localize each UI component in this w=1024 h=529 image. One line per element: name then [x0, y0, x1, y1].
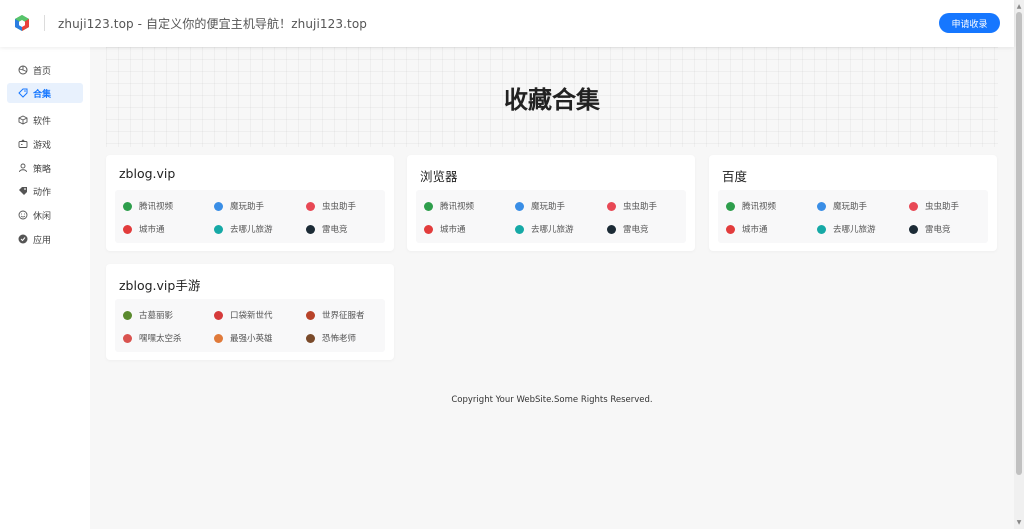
main-content: 收藏合集 zblog.vip 腾讯视频 魔玩助手 虫虫助手 城市通 去哪儿旅游 … [90, 47, 1014, 529]
app-link[interactable]: 最强小英雄 [214, 330, 273, 346]
site-logo-icon[interactable] [13, 14, 31, 32]
app-link[interactable]: 口袋新世代 [214, 307, 273, 323]
top-header: zhuji123.top - 自定义你的便宜主机导航！zhuji123.top … [0, 0, 1014, 47]
app-icon [515, 224, 524, 234]
app-link[interactable]: 恐怖老师 [306, 330, 356, 346]
sidebar-item-label: 合集 [33, 89, 52, 100]
app-icon [306, 224, 315, 234]
app-link[interactable]: 城市通 [123, 221, 165, 237]
sidebar: 首页 合集 软件 游戏 策略 动作 休闲 应用 [0, 47, 90, 529]
app-icon [817, 224, 826, 234]
price-tag-icon [17, 186, 28, 197]
app-link[interactable]: 魔玩助手 [817, 198, 867, 214]
app-link[interactable]: 嘿嘿太空杀 [123, 330, 182, 346]
app-link[interactable]: 虫虫助手 [306, 198, 356, 214]
page-title: 收藏合集 [504, 86, 600, 114]
apply-submission-button[interactable]: 申请收录 [939, 13, 1000, 33]
card-title[interactable]: zblog.vip [119, 166, 175, 181]
app-link[interactable]: 腾讯视频 [123, 198, 173, 214]
sidebar-item-action[interactable]: 动作 [7, 181, 83, 201]
scrollbar-thumb[interactable] [1016, 12, 1022, 475]
collection-card: 浏览器 腾讯视频 魔玩助手 虫虫助手 城市通 去哪儿旅游 雷电竞 [407, 155, 695, 251]
app-icon [515, 201, 524, 211]
card-title[interactable]: 百度 [722, 166, 747, 185]
app-link[interactable]: 古墓丽影 [123, 307, 173, 323]
app-icon [123, 201, 132, 211]
app-icon [123, 333, 132, 343]
user-icon [17, 163, 28, 174]
sidebar-item-apps[interactable]: 应用 [7, 229, 83, 249]
sidebar-item-collection[interactable]: 合集 [7, 83, 83, 103]
app-link[interactable]: 雷电竞 [909, 221, 951, 237]
sidebar-item-label: 游戏 [33, 140, 52, 151]
sidebar-item-games[interactable]: 游戏 [7, 134, 83, 154]
app-icon [909, 201, 918, 211]
app-icon [214, 201, 223, 211]
app-icon [214, 333, 223, 343]
card-title[interactable]: 浏览器 [420, 166, 458, 185]
app-link[interactable]: 雷电竞 [306, 221, 348, 237]
app-icon [607, 224, 616, 234]
app-icon [306, 310, 315, 320]
app-link[interactable]: 魔玩助手 [515, 198, 565, 214]
gamepad-icon [17, 139, 28, 150]
card-app-list: 古墓丽影 口袋新世代 世界征服者 嘿嘿太空杀 最强小英雄 恐怖老师 [115, 299, 385, 352]
app-icon [123, 310, 132, 320]
check-circle-icon [17, 234, 28, 245]
sidebar-item-home[interactable]: 首页 [7, 60, 83, 80]
app-icon [607, 201, 616, 211]
app-link[interactable]: 城市通 [424, 221, 466, 237]
sidebar-item-label: 策略 [33, 164, 52, 175]
app-icon [726, 201, 735, 211]
header-divider [44, 15, 45, 31]
app-link[interactable]: 去哪儿旅游 [817, 221, 876, 237]
app-link[interactable]: 虫虫助手 [607, 198, 657, 214]
site-title: zhuji123.top - 自定义你的便宜主机导航！zhuji123.top [58, 17, 367, 31]
app-link[interactable]: 腾讯视频 [726, 198, 776, 214]
app-link[interactable]: 去哪儿旅游 [214, 221, 273, 237]
app-link[interactable]: 雷电竞 [607, 221, 649, 237]
collection-card: zblog.vip 腾讯视频 魔玩助手 虫虫助手 城市通 去哪儿旅游 雷电竞 [106, 155, 394, 251]
app-link[interactable]: 魔玩助手 [214, 198, 264, 214]
app-icon [214, 310, 223, 320]
page-scrollbar[interactable]: ▲ ▼ [1014, 0, 1024, 529]
sidebar-item-software[interactable]: 软件 [7, 110, 83, 130]
app-link[interactable]: 去哪儿旅游 [515, 221, 574, 237]
app-icon [726, 224, 735, 234]
footer-copyright: Copyright Your WebSite.Some Rights Reser… [451, 395, 653, 405]
sidebar-item-label: 动作 [33, 187, 52, 198]
app-icon [123, 224, 132, 234]
collection-card: 百度 腾讯视频 魔玩助手 虫虫助手 城市通 去哪儿旅游 雷电竞 [709, 155, 997, 251]
card-title[interactable]: zblog.vip手游 [119, 275, 200, 294]
app-icon [214, 224, 223, 234]
sidebar-item-casual[interactable]: 休闲 [7, 205, 83, 225]
home-icon [17, 65, 28, 76]
app-link[interactable]: 城市通 [726, 221, 768, 237]
app-icon [306, 201, 315, 211]
card-app-list: 腾讯视频 魔玩助手 虫虫助手 城市通 去哪儿旅游 雷电竞 [718, 190, 988, 243]
scroll-down-arrow-icon[interactable]: ▼ [1015, 518, 1023, 526]
sidebar-item-label: 应用 [33, 235, 52, 246]
card-app-list: 腾讯视频 魔玩助手 虫虫助手 城市通 去哪儿旅游 雷电竞 [115, 190, 385, 243]
app-icon [424, 224, 433, 234]
app-icon [424, 201, 433, 211]
app-link[interactable]: 世界征服者 [306, 307, 365, 323]
sidebar-item-label: 软件 [33, 116, 52, 127]
sidebar-item-strategy[interactable]: 策略 [7, 158, 83, 178]
app-link[interactable]: 虫虫助手 [909, 198, 959, 214]
sidebar-item-label: 首页 [33, 66, 52, 77]
app-icon [817, 201, 826, 211]
scroll-up-arrow-icon[interactable]: ▲ [1015, 2, 1023, 10]
cube-icon [17, 115, 28, 126]
smile-icon [17, 210, 28, 221]
app-icon [909, 224, 918, 234]
app-link[interactable]: 腾讯视频 [424, 198, 474, 214]
sidebar-item-label: 休闲 [33, 211, 52, 222]
app-icon [306, 333, 315, 343]
tag-icon [17, 88, 28, 99]
collection-card: zblog.vip手游 古墓丽影 口袋新世代 世界征服者 嘿嘿太空杀 最强小英雄… [106, 264, 394, 360]
card-app-list: 腾讯视频 魔玩助手 虫虫助手 城市通 去哪儿旅游 雷电竞 [416, 190, 686, 243]
